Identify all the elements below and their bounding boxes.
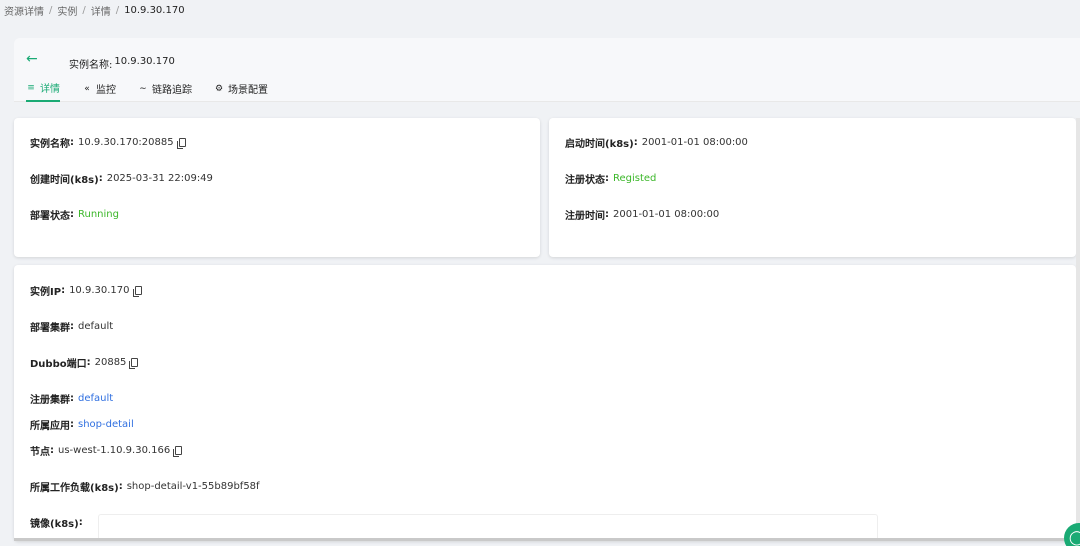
copy-icon[interactable] xyxy=(132,286,142,297)
field-node: 节点: us-west-1.10.9.30.166 xyxy=(30,443,183,458)
field-register-cluster: 注册集群: default xyxy=(30,391,113,406)
field-image: 镜像(k8s): xyxy=(30,515,87,530)
tab-label: 链路追踪 xyxy=(152,85,192,96)
field-label: 所属应用 xyxy=(30,421,70,432)
field-value: default xyxy=(78,321,114,332)
field-colon: : xyxy=(78,517,83,528)
field-colon: : xyxy=(70,209,74,220)
breadcrumb: 资源详情 / 实例 / 详情 / 10.9.30.170 xyxy=(4,3,185,18)
tab-label: 监控 xyxy=(96,85,116,96)
tab-monitor[interactable]: « 监控 xyxy=(82,80,116,102)
field-value: 20885 xyxy=(94,357,127,368)
page-title: 实例名称: 10.9.30.170 xyxy=(69,56,175,71)
field-label: 创建时间(k8s) xyxy=(30,175,99,186)
tab-trace[interactable]: ∼ 链路追踪 xyxy=(138,80,192,102)
breadcrumb-separator: / xyxy=(82,4,86,16)
field-value: us-west-1.10.9.30.166 xyxy=(58,445,171,456)
field-colon: : xyxy=(50,445,54,456)
field-label: 所属工作负载(k8s) xyxy=(30,483,119,494)
field-instance-ip: 实例IP: 10.9.30.170 xyxy=(30,283,142,298)
tab-scene-config[interactable]: ⚙ 场景配置 xyxy=(214,80,268,102)
copy-icon[interactable] xyxy=(129,358,139,369)
field-label: 实例名称 xyxy=(30,139,70,150)
breadcrumb-separator: / xyxy=(49,4,53,16)
tab-bar: ≡ 详情 « 监控 ∼ 链路追踪 ⚙ 场景配置 xyxy=(26,80,268,102)
breadcrumb-separator: / xyxy=(115,4,120,16)
field-label: 实例IP xyxy=(30,287,62,298)
instance-register-card: 启动时间(k8s): 2001-01-01 08:00:00 注册状态: Reg… xyxy=(549,118,1076,257)
field-colon: : xyxy=(70,393,74,404)
breadcrumb-item-resource-detail[interactable]: 资源详情 xyxy=(4,3,44,18)
page-title-label: 实例名称: xyxy=(69,60,113,71)
field-colon: : xyxy=(61,285,66,296)
status-badge: Registed xyxy=(613,173,657,184)
code-icon: « xyxy=(84,83,90,94)
register-cluster-link[interactable]: default xyxy=(78,393,113,404)
tab-label: 场景配置 xyxy=(228,85,268,96)
field-instance-name: 实例名称: 10.9.30.170:20885 xyxy=(30,135,186,150)
status-badge: Running xyxy=(78,209,119,220)
breadcrumb-item-detail[interactable]: 详情 xyxy=(91,3,111,18)
field-workload: 所属工作负载(k8s): shop-detail-v1-55b89bf58f xyxy=(30,479,260,494)
field-deploy-status: 部署状态: Running xyxy=(30,207,119,222)
field-colon: : xyxy=(70,321,74,332)
field-application: 所属应用: shop-detail xyxy=(30,417,134,432)
breadcrumb-item-instance[interactable]: 实例 xyxy=(57,3,77,18)
field-value: 10.9.30.170:20885 xyxy=(78,137,174,148)
back-arrow-icon[interactable]: ← xyxy=(26,52,42,66)
field-colon: : xyxy=(118,481,123,492)
field-colon: : xyxy=(605,173,609,184)
image-list-box xyxy=(98,514,878,541)
trace-icon: ∼ xyxy=(139,83,147,94)
field-label: 镜像(k8s) xyxy=(30,519,79,530)
copy-icon[interactable] xyxy=(173,446,183,457)
field-colon: : xyxy=(70,419,74,430)
field-label: 注册集群 xyxy=(30,395,70,406)
field-deploy-cluster: 部署集群: default xyxy=(30,319,113,334)
field-colon: : xyxy=(605,209,609,220)
tab-label: 详情 xyxy=(40,84,60,95)
field-register-status: 注册状态: Registed xyxy=(565,171,656,186)
field-label: 注册状态 xyxy=(565,175,605,186)
scrollbar-track[interactable] xyxy=(1076,118,1080,542)
instance-basic-card: 实例名称: 10.9.30.170:20885 创建时间(k8s): 2025-… xyxy=(14,118,540,257)
tab-detail[interactable]: ≡ 详情 xyxy=(26,80,60,102)
field-create-time: 创建时间(k8s): 2025-03-31 22:09:49 xyxy=(30,171,213,186)
field-value: 2001-01-01 08:00:00 xyxy=(641,137,748,148)
list-icon: ≡ xyxy=(27,82,35,93)
field-label: 节点 xyxy=(30,447,50,458)
field-label: 部署集群 xyxy=(30,323,70,334)
field-value: 2025-03-31 22:09:49 xyxy=(106,173,213,184)
horizontal-scrollbar[interactable] xyxy=(14,538,1076,541)
field-value: shop-detail-v1-55b89bf58f xyxy=(126,481,260,492)
gear-icon: ⚙ xyxy=(214,83,224,94)
application-link[interactable]: shop-detail xyxy=(78,419,134,430)
page-title-value: 10.9.30.170 xyxy=(114,56,175,67)
field-dubbo-port: Dubbo端口: 20885 xyxy=(30,355,139,370)
instance-header: ← 实例名称: 10.9.30.170 ≡ 详情 « 监控 ∼ 链路追踪 ⚙ 场… xyxy=(14,38,1080,102)
field-colon: : xyxy=(86,357,91,368)
copy-icon[interactable] xyxy=(176,138,186,149)
field-label: 部署状态 xyxy=(30,211,70,222)
field-value: 2001-01-01 08:00:00 xyxy=(613,209,720,220)
field-colon: : xyxy=(70,137,74,148)
field-label: Dubbo端口 xyxy=(30,359,87,370)
breadcrumb-item-current: 10.9.30.170 xyxy=(124,4,185,16)
field-register-time: 注册时间: 2001-01-01 08:00:00 xyxy=(565,207,719,222)
field-colon: : xyxy=(633,137,638,148)
instance-detail-card: 实例IP: 10.9.30.170 部署集群: default Dubbo端口:… xyxy=(14,265,1076,541)
field-label: 注册时间 xyxy=(565,211,605,222)
field-start-time: 启动时间(k8s): 2001-01-01 08:00:00 xyxy=(565,135,748,150)
field-label: 启动时间(k8s) xyxy=(565,139,634,150)
field-value: 10.9.30.170 xyxy=(69,285,130,296)
field-colon: : xyxy=(98,173,103,184)
